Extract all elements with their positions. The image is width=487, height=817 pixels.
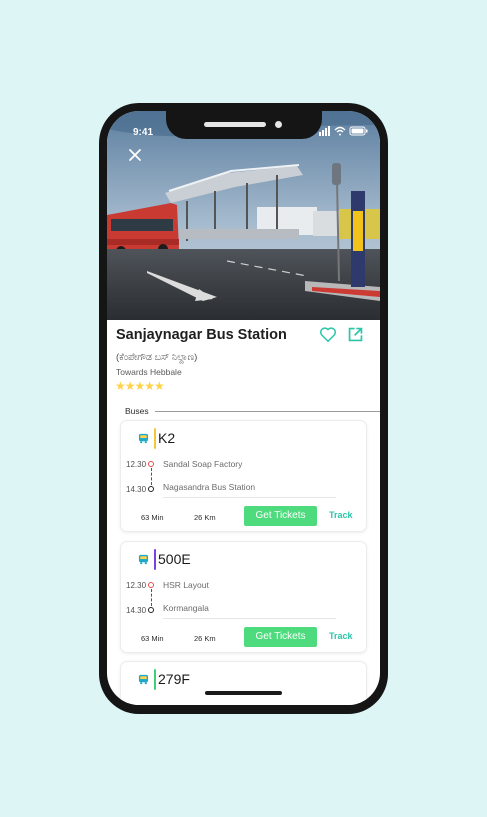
destination-dot [148, 607, 154, 613]
external-link-icon[interactable] [347, 326, 364, 343]
bus-card[interactable]: K2 12.30 14.30 Sandal Soap Factory Nagas… [120, 420, 367, 532]
route-connector [151, 589, 152, 606]
card-divider [163, 497, 336, 498]
route-color-bar [154, 549, 156, 570]
route-color-bar [154, 428, 156, 449]
origin-stop: Sandal Soap Factory [163, 459, 243, 469]
origin-dot [148, 582, 154, 588]
arrival-time: 14.30 [126, 485, 147, 494]
trip-duration: 63 Min [141, 513, 164, 522]
destination-stop: Kormangala [163, 603, 209, 613]
route-number: K2 [158, 430, 176, 446]
status-bar: 9:41 [107, 111, 380, 141]
destination-dot [148, 486, 154, 492]
departure-time: 12.30 [126, 581, 147, 590]
station-photo-image [107, 111, 380, 320]
section-divider [155, 411, 380, 412]
route-number: 279F [158, 671, 190, 687]
status-time: 9:41 [133, 127, 154, 138]
rating-stars: ★★★★★ [115, 379, 165, 393]
home-indicator[interactable] [205, 691, 282, 695]
phone-frame: 9:41 Sanjaynagar Bus Station (ಕೆಂಪೇಗೌಡ ಬ… [99, 103, 388, 714]
bus-icon [138, 554, 149, 565]
status-icons [319, 126, 368, 136]
track-link[interactable]: Track [329, 631, 353, 641]
track-link[interactable]: Track [329, 510, 353, 520]
station-direction: Towards Hebbale [116, 367, 182, 377]
section-title-buses: Buses [125, 406, 149, 416]
trip-duration: 63 Min [141, 634, 164, 643]
origin-dot [148, 461, 154, 467]
departure-time: 12.30 [126, 460, 147, 469]
station-photo [107, 111, 380, 320]
route-connector [151, 468, 152, 485]
destination-stop: Nagasandra Bus Station [163, 482, 256, 492]
station-local-name: (ಕೆಂಪೇಗೌಡ ಬಸ್ ನಿಲ್ದಾಣ) [116, 352, 198, 363]
card-divider [163, 618, 336, 619]
station-title: Sanjaynagar Bus Station [116, 327, 287, 343]
origin-stop: HSR Layout [163, 580, 209, 590]
arrival-time: 14.30 [126, 606, 147, 615]
route-color-bar [154, 669, 156, 690]
trip-distance: 26 Km [194, 634, 216, 643]
signal-icon [319, 126, 330, 136]
phone-screen: 9:41 Sanjaynagar Bus Station (ಕೆಂಪೇಗೌಡ ಬ… [107, 111, 380, 705]
bus-icon [138, 433, 149, 444]
trip-distance: 26 Km [194, 513, 216, 522]
battery-icon [349, 126, 368, 136]
wifi-icon [334, 126, 346, 136]
get-tickets-button[interactable]: Get Tickets [244, 506, 317, 526]
bus-card[interactable]: 279F [120, 661, 367, 705]
heart-icon[interactable] [319, 326, 337, 343]
get-tickets-button[interactable]: Get Tickets [244, 627, 317, 647]
route-number: 500E [158, 551, 191, 567]
app-canvas: 9:41 Sanjaynagar Bus Station (ಕೆಂಪೇಗೌಡ ಬ… [0, 0, 487, 817]
close-icon[interactable] [127, 147, 143, 163]
bus-card[interactable]: 500E 12.30 14.30 HSR Layout Kormangala 6… [120, 541, 367, 653]
bus-icon [138, 674, 149, 685]
